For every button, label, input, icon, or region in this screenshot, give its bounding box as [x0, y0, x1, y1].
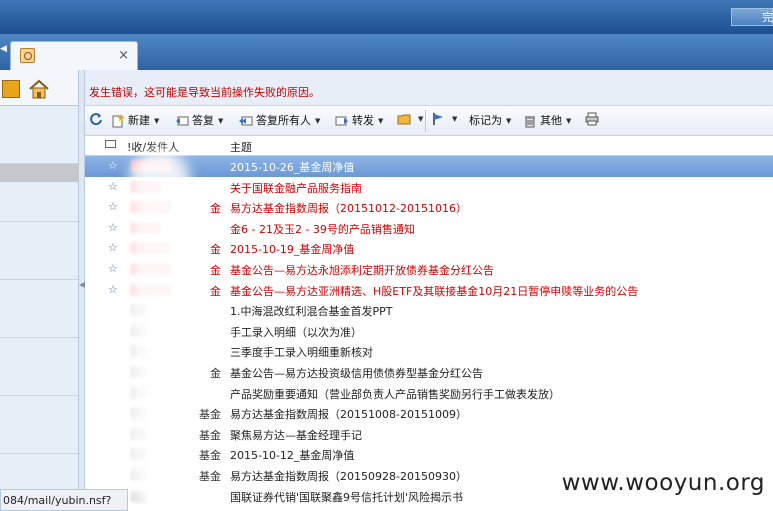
print-button[interactable] — [585, 112, 602, 130]
other-label: 其他 — [540, 114, 562, 127]
tab-bar: ◀ × — [0, 34, 773, 70]
row-subject: 手工录入明细（以次为准） — [230, 325, 362, 339]
nav-section[interactable] — [0, 222, 78, 280]
star-icon[interactable]: ☆ — [108, 262, 118, 275]
status-url: 084/mail/yubin.nsf? — [0, 489, 128, 511]
row-subject: 易方达基金指数周报（20151008-20151009） — [230, 408, 467, 422]
row-subject: 2015-10-26_基金周净值 — [230, 161, 355, 174]
row-subject: 三季度手工录入明细重新核对 — [230, 346, 373, 360]
flag-dropdown-icon[interactable]: ▼ — [452, 115, 457, 123]
tab-mail[interactable]: × — [10, 41, 138, 70]
list-header: !收/发件人 主题 — [85, 136, 773, 156]
new-dropdown-icon[interactable]: ▼ — [154, 117, 159, 125]
nav-section[interactable] — [0, 396, 78, 454]
folder-dropdown-icon[interactable]: ▼ — [418, 115, 423, 123]
printer-icon — [585, 112, 599, 126]
error-message: 发生错误，这可能是导致当前操作失败的原因。 — [85, 70, 773, 106]
star-icon[interactable]: ☆ — [108, 241, 118, 254]
row-subject: 2015-10-19_基金周净值 — [230, 243, 355, 257]
row-subject: 金6 - 21及玉2 - 39号的产品销售通知 — [230, 222, 415, 236]
refresh-icon — [90, 113, 102, 126]
mark-as-dropdown-icon[interactable]: ▼ — [506, 117, 511, 125]
title-bar: 完 — [0, 0, 773, 34]
tab-scroll-left-icon[interactable]: ◀ — [0, 44, 8, 66]
star-icon[interactable]: ☆ — [108, 283, 118, 296]
star-icon[interactable]: ☆ — [108, 180, 118, 193]
row-subject: 聚焦易方达—基金经理手记 — [230, 428, 362, 442]
other-button[interactable]: 其他 ▼ — [523, 112, 571, 130]
row-subject: 2015-10-12_基金周净值 — [230, 449, 355, 463]
splitter-grip-icon[interactable]: ◀ — [79, 280, 85, 320]
reply-button[interactable]: 答复 ▼ — [175, 112, 223, 130]
mark-as-button[interactable]: 标记为 ▼ — [469, 112, 511, 130]
forward-icon — [335, 116, 348, 126]
nav-section[interactable] — [0, 280, 78, 338]
row-subject: 关于国联金融产品服务指南 — [230, 181, 362, 195]
trash-icon — [525, 116, 535, 128]
row-subject: 基金公告—易方达永旭添利定期开放债券基金分红公告 — [230, 264, 494, 277]
flag-icon — [433, 113, 443, 125]
forward-label: 转发 — [352, 114, 374, 127]
reply-all-label: 答复所有人 — [256, 114, 311, 127]
folder-icon — [397, 114, 411, 125]
row-subject: 基金公告—易方达投资级信用债债券型基金分红公告 — [230, 367, 483, 380]
nav-section[interactable] — [0, 338, 78, 396]
mail-toolbar: 新建 ▼ 答复 ▼ 答复所有人 ▼ 转发 ▼ ▼ ▼ 标记为 ▼ 其他 ▼ — [85, 106, 773, 136]
row-subject: 国联证券代销'国联聚鑫9号信托计划'风险揭示书 — [230, 490, 464, 504]
tab-close-icon[interactable]: × — [118, 48, 129, 63]
flag-button[interactable]: ▼ — [431, 112, 457, 130]
left-panel — [0, 70, 79, 511]
row-subject: 1.中海混改红利混合基金首发PPT — [230, 305, 393, 319]
done-button[interactable]: 完 — [731, 8, 773, 26]
reply-all-icon — [239, 116, 253, 126]
nav-selected-item[interactable] — [0, 164, 79, 182]
new-button[interactable]: 新建 ▼ — [111, 112, 159, 130]
mail-column-icon[interactable] — [105, 140, 116, 148]
other-dropdown-icon[interactable]: ▼ — [566, 117, 571, 125]
new-label: 新建 — [128, 114, 150, 127]
mail-tab-icon — [20, 48, 35, 63]
reply-all-dropdown-icon[interactable]: ▼ — [315, 117, 320, 125]
home-icon[interactable] — [28, 78, 50, 100]
forward-button[interactable]: 转发 ▼ — [335, 112, 383, 130]
row-subject: 基金公告—易方达亚洲精选、H股ETF及其联接基金10月21日暂停申赎等业务的公告 — [230, 284, 639, 298]
bookmark-icon[interactable] — [2, 80, 20, 98]
left-toolbar — [0, 70, 78, 106]
star-icon[interactable]: ☆ — [108, 221, 118, 234]
move-to-folder-button[interactable]: ▼ — [397, 112, 423, 130]
star-icon[interactable]: ☆ — [108, 200, 118, 213]
new-mail-icon — [112, 114, 125, 128]
forward-dropdown-icon[interactable]: ▼ — [378, 117, 383, 125]
watermark: www.wooyun.org — [561, 470, 765, 496]
row-subject: 产品奖励重要通知（营业部负责人产品销售奖励另行手工做表发放） — [230, 387, 560, 401]
refresh-button[interactable] — [89, 112, 106, 130]
reply-label: 答复 — [192, 114, 214, 127]
row-subject: 易方达基金指数周报（20150928-20150930） — [230, 470, 467, 483]
mark-as-label: 标记为 — [469, 114, 502, 127]
reply-icon — [176, 116, 189, 126]
row-subject: 易方达基金指数周报（20151012-20151016） — [230, 202, 467, 216]
nav-section[interactable] — [0, 106, 78, 164]
blur-overlay — [130, 150, 190, 510]
star-icon[interactable]: ☆ — [108, 159, 118, 172]
reply-all-button[interactable]: 答复所有人 ▼ — [239, 112, 320, 130]
subject-column-header[interactable]: 主题 — [230, 139, 252, 155]
reply-dropdown-icon[interactable]: ▼ — [218, 117, 223, 125]
toolbar-separator — [425, 110, 426, 132]
